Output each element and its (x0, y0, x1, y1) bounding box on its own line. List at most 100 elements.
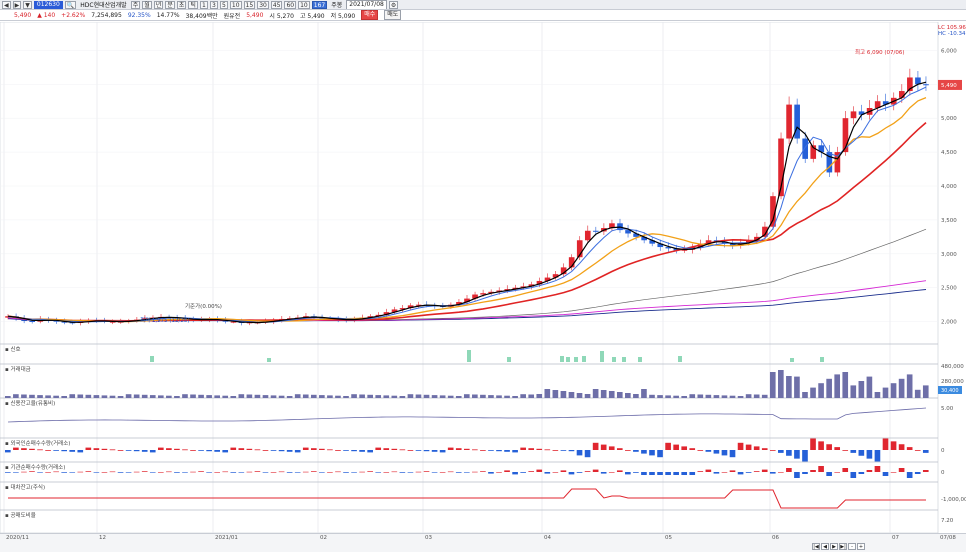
buy-button[interactable]: 매수 (361, 10, 379, 20)
x-axis-label: 2021/01 (215, 535, 238, 541)
interval-button[interactable]: 5 (219, 0, 228, 9)
volume-bar (93, 395, 100, 398)
chart-scroll-icon[interactable]: ▶ (830, 543, 838, 550)
inst-tick: 0 (941, 470, 945, 476)
period-button[interactable]: 분 (165, 0, 175, 9)
volume-bar (278, 395, 285, 398)
ref-annotation: 기준가(0.00%) (185, 302, 222, 310)
volume-bar (157, 395, 164, 398)
volume-bar (649, 394, 655, 398)
volume-bar (890, 383, 897, 398)
inst-bar (335, 471, 341, 473)
inst-bar (407, 472, 414, 473)
foreign-bar (37, 449, 43, 451)
volume-bar (335, 395, 341, 398)
foreign-bar (874, 450, 881, 462)
volume-bar (528, 394, 535, 398)
volume-bar (544, 389, 551, 398)
volume-bar (778, 370, 784, 398)
interval-button[interactable]: 1 (199, 0, 208, 9)
nav-icon[interactable]: ▶ (12, 0, 22, 9)
inst-bar (697, 471, 704, 472)
inst-bar (206, 472, 212, 473)
chart-scroll-icon[interactable]: ◀ (821, 543, 829, 550)
x-axis-label: 02 (320, 535, 327, 541)
volume-bar (343, 396, 349, 398)
inst-bar (898, 468, 905, 472)
chart-scroll-icon[interactable]: |◀ (812, 543, 820, 550)
inst-bar (649, 472, 655, 475)
inst-bar (21, 471, 27, 473)
volume-bar (794, 376, 800, 398)
price-tick: 6,000 (941, 48, 957, 54)
foreign-bar (834, 447, 841, 450)
inst-bar (174, 472, 180, 473)
foreign-bar (914, 450, 921, 451)
inst-bar (745, 472, 752, 473)
inst-bar (608, 472, 615, 473)
period-button[interactable]: 월 (142, 0, 152, 9)
interval-button[interactable]: 15 (243, 0, 256, 9)
price-chart[interactable]: 6,0005,5005,0004,5004,0003,5003,0002,500… (0, 22, 966, 533)
nav-icon[interactable]: ▼ (23, 0, 32, 9)
foreign-bar (101, 448, 108, 450)
volume-bar (560, 391, 567, 398)
foreign-bar (576, 450, 583, 456)
inst-bar (415, 471, 422, 473)
foreign-bar (182, 449, 188, 451)
interval-button[interactable]: 10 (298, 0, 310, 9)
interval-button[interactable]: 3 (209, 0, 218, 9)
date-input[interactable]: 2021/07/08 (346, 0, 387, 9)
foreign-bar (504, 450, 510, 452)
period-button[interactable]: 초 (176, 0, 187, 9)
volume-bar (45, 395, 51, 398)
foreign-bar (270, 450, 277, 451)
inst-bar (858, 472, 865, 474)
foreign-bar (262, 450, 269, 451)
interval-button[interactable]: 45 (270, 0, 283, 9)
settings-icon[interactable]: ⚙ (388, 0, 399, 9)
chart-scroll-icon[interactable]: - (848, 543, 856, 550)
foreign-bar (769, 450, 776, 451)
foreign-bar (222, 450, 229, 453)
foreign-bar (21, 448, 27, 450)
volume-bar (786, 376, 792, 398)
range-input[interactable]: 167 (311, 0, 328, 9)
inst-bar (447, 471, 454, 473)
interval-button[interactable]: 10 (229, 0, 242, 9)
inst-bar (681, 472, 688, 475)
volume-bar (37, 395, 43, 398)
volume-bar (117, 396, 124, 398)
foreign-bar (423, 450, 430, 452)
search-icon[interactable]: 🔍 (64, 0, 77, 9)
volume-bar (310, 394, 317, 398)
sell-button[interactable]: 매도 (384, 10, 402, 20)
foreign-bar (206, 450, 212, 452)
candle (850, 111, 857, 119)
period-button[interactable]: 틱 (188, 0, 198, 9)
interval-button[interactable]: 60 (284, 0, 297, 9)
nav-icon[interactable]: ◀ (2, 0, 11, 9)
inst-bar (85, 471, 92, 472)
foreign-bar (230, 447, 237, 450)
inst-bar (625, 472, 631, 475)
interval-button[interactable]: 30 (257, 0, 269, 9)
chart-scroll-icon[interactable]: + (857, 543, 865, 550)
foreign-bar (745, 444, 752, 450)
stock-code-input[interactable]: 012630 (33, 0, 63, 9)
price-tick: 3,000 (941, 252, 957, 258)
period-button[interactable]: 년 (153, 0, 164, 9)
volume: 7,254,895 (91, 11, 122, 19)
current-price: 5,490 (14, 11, 32, 19)
volume-bar (480, 394, 486, 398)
volume-bar (874, 392, 881, 398)
period-button[interactable]: 주 (130, 0, 141, 9)
foreign-bar (842, 450, 849, 451)
inst-bar (391, 471, 398, 473)
chart-scroll-icon[interactable]: ▶| (839, 543, 847, 550)
turnover: 14.77% (156, 11, 180, 19)
inst-bar (455, 472, 462, 473)
inst-bar (383, 472, 390, 473)
inst-bar (810, 470, 816, 472)
foreign-bar (673, 444, 679, 450)
